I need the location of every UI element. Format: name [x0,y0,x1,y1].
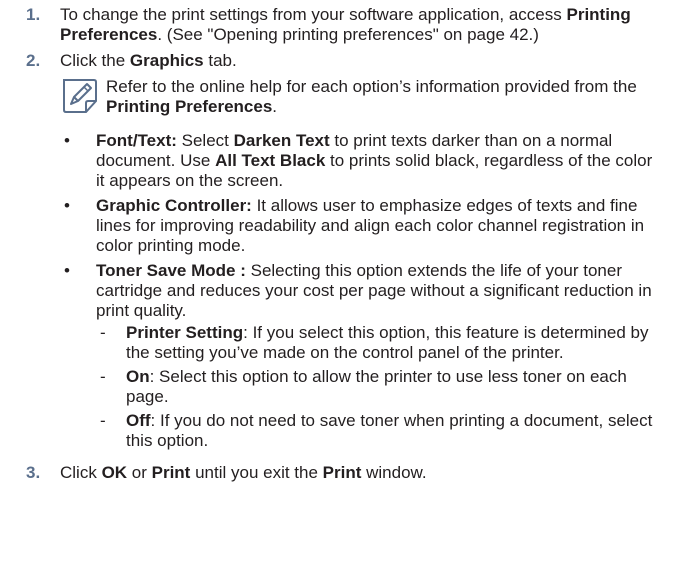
sub-item: - On: Select this option to allow the pr… [96,367,659,407]
bullet-icon: • [64,261,70,280]
note-pencil-icon [60,77,106,117]
sub-item: - Printer Setting: If you select this op… [96,323,659,363]
bullet-icon: • [64,131,70,150]
list-item: • Font/Text: Select Darken Text to print… [60,131,679,191]
step-number: 1. [26,5,41,24]
step-1: 1. To change the print settings from you… [20,5,679,45]
sub-item-text: On: Select this option to allow the prin… [126,367,627,406]
step-number: 3. [26,463,41,482]
step-text: To change the print settings from your s… [60,5,631,44]
dash-icon: - [100,367,106,386]
list-item: • Toner Save Mode : Selecting this optio… [60,261,679,455]
bullet-icon: • [64,196,70,215]
list-item-description: Toner Save Mode : Selecting this option … [96,261,652,320]
step-3: 3. Click OK or Print until you exit the … [20,463,679,483]
dash-icon: - [100,323,106,342]
sub-item-text: Off: If you do not need to save toner wh… [126,411,653,450]
step-2: 2. Click the Graphics tab. [20,51,679,71]
note-box: Refer to the online help for each option… [60,77,679,117]
manual-page: 1. To change the print settings from you… [0,0,699,578]
option-list: • Font/Text: Select Darken Text to print… [60,131,679,455]
sub-item: - Off: If you do not need to save toner … [96,411,659,451]
sub-item-text: Printer Setting: If you select this opti… [126,323,649,362]
list-item-text: Font/Text: Select Darken Text to print t… [96,131,653,190]
list-item-text: Toner Save Mode : Selecting this option … [96,261,679,455]
list-item-text: Graphic Controller: It allows user to em… [96,196,645,255]
step-text: Click OK or Print until you exit the Pri… [60,463,427,482]
step-number: 2. [26,51,41,70]
list-item: • Graphic Controller: It allows user to … [60,196,679,256]
note-text: Refer to the online help for each option… [106,77,637,116]
step-text: Click the Graphics tab. [60,51,237,70]
dash-icon: - [100,411,106,430]
